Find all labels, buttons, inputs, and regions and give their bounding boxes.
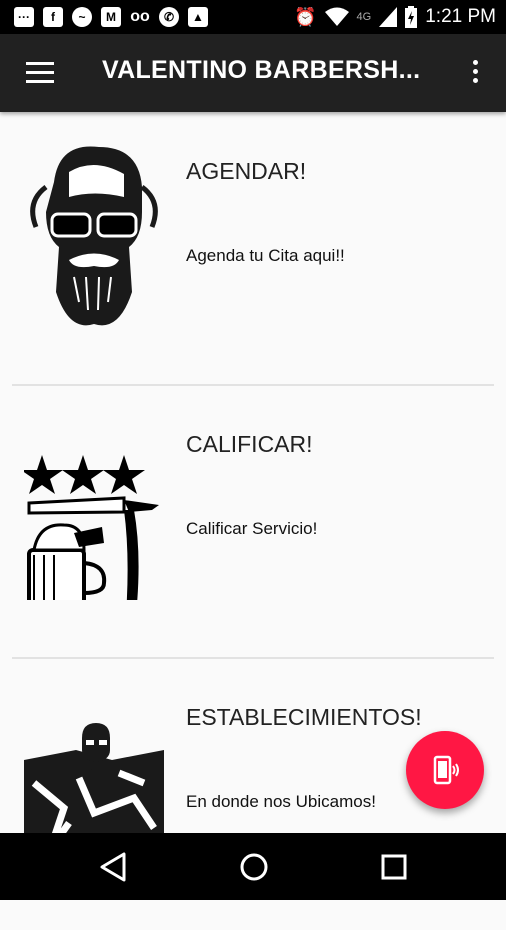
wifi-icon: [324, 7, 349, 26]
card-calificar[interactable]: CALIFICAR! Calificar Servicio!: [12, 385, 494, 659]
signal-icon: [379, 7, 398, 27]
call-fab-button[interactable]: [406, 731, 484, 809]
razor-rating-icon: [21, 415, 164, 622]
system-status: ⏰ 4G 1:21 PM: [294, 6, 496, 28]
image-icon: ▲: [188, 7, 208, 27]
app-bar: VALENTINO BARBERSH...: [0, 34, 506, 112]
more-vert-icon[interactable]: [470, 60, 480, 88]
navigation-bar: [0, 833, 506, 900]
gmail-icon: M: [101, 7, 121, 27]
messenger-icon: ~: [72, 7, 92, 27]
card-title: CALIFICAR!: [186, 431, 313, 457]
card-title: AGENDAR!: [186, 158, 307, 184]
phone-vibrate-icon: [433, 755, 459, 785]
card-subtitle: En donde nos Ubicamos!: [186, 792, 376, 811]
card-title: ESTABLECIMIENTOS!: [186, 704, 422, 730]
notification-icons: ··· f ~ M oo ✆ ▲: [14, 7, 208, 27]
alarm-icon: ⏰: [294, 6, 317, 27]
more-icon: ···: [14, 7, 34, 27]
facebook-icon: f: [43, 7, 63, 27]
card-subtitle: Agenda tu Cita aqui!!: [186, 246, 345, 265]
clock: 1:21 PM: [425, 6, 496, 27]
card-agendar[interactable]: AGENDAR! Agenda tu Cita aqui!!: [12, 112, 494, 386]
recents-icon[interactable]: [378, 851, 410, 883]
voicemail-icon: oo: [130, 8, 150, 25]
page-title: VALENTINO BARBERSH...: [102, 56, 421, 84]
whatsapp-icon: ✆: [159, 7, 179, 27]
menu-icon[interactable]: [26, 62, 54, 84]
status-bar: ··· f ~ M oo ✆ ▲ ⏰ 4G 1:21 PM: [0, 0, 506, 34]
back-icon[interactable]: [98, 851, 130, 883]
bearded-skull-icon: [24, 142, 164, 327]
network-type: 4G: [356, 11, 372, 23]
battery-icon: [405, 6, 418, 28]
card-subtitle: Calificar Servicio!: [186, 519, 318, 538]
home-icon[interactable]: [238, 851, 270, 883]
